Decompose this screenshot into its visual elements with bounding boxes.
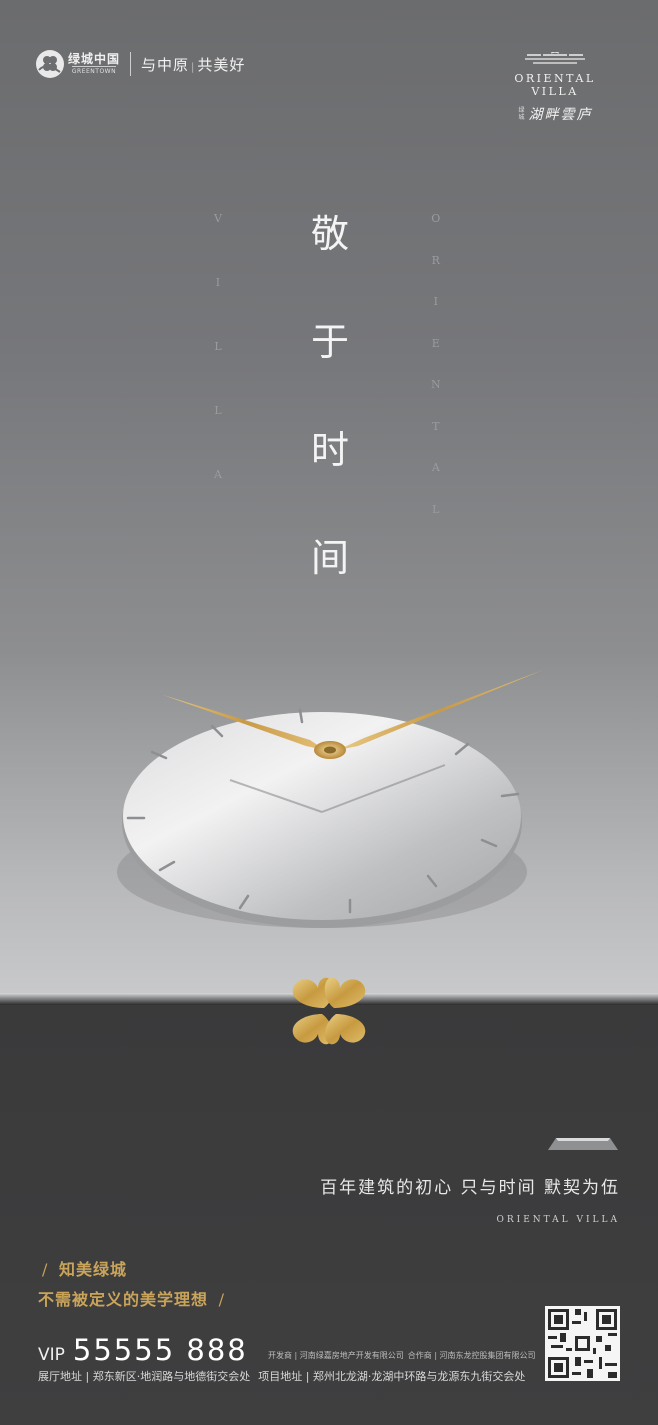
slogan-line1-text: 知美绿城 bbox=[58, 1260, 127, 1279]
letter: A bbox=[214, 468, 222, 481]
slogan-part2: 共美好 bbox=[197, 55, 246, 74]
letter: L bbox=[214, 404, 222, 417]
vip-label: VIP bbox=[38, 1345, 65, 1365]
letter: A bbox=[431, 461, 440, 474]
address-info: 展厅地址 | 郑东新区·地润路与地德街交会处 项目地址 | 郑州北龙湖·龙湖中环… bbox=[38, 1368, 525, 1384]
tagline-cn: 百年建筑的初心 只与时间 默契为伍 bbox=[320, 1178, 620, 1198]
vip-hotline: VIP 55555 888 bbox=[38, 1333, 248, 1367]
tagline-en: ORIENTAL VILLA bbox=[496, 1215, 620, 1225]
letter: V bbox=[214, 212, 222, 225]
brand-logo: 绿城中国 GREENTOWN 与中原 | 共美好 bbox=[36, 50, 245, 78]
gold-slogan-line2: 不需被定义的美学理想 / bbox=[38, 1286, 229, 1310]
letter: R bbox=[431, 253, 440, 267]
vertical-letters-oriental: O R I E N T A L bbox=[431, 212, 441, 544]
project-name-en: ORIENTAL VILLA bbox=[514, 72, 596, 98]
letter: O bbox=[431, 212, 441, 225]
plinth-decoration bbox=[548, 1138, 618, 1150]
brand-name-en: GREENTOWN bbox=[71, 66, 117, 75]
project-logo: ORIENTAL VILLA 绿城 湖畔雲庐 bbox=[490, 52, 620, 124]
slash-mark: / bbox=[42, 1260, 49, 1279]
developer-info: 开发商 | 河南绿嘉房地产开发有限公司 合作商 | 河南东龙控股集团有限公司 bbox=[268, 1350, 540, 1361]
slogan: 与中原 | 共美好 bbox=[141, 54, 245, 75]
brand-name-cn: 绿城中国 bbox=[68, 52, 121, 66]
logo-divider bbox=[130, 52, 132, 76]
letter: E bbox=[431, 336, 440, 350]
clock-illustration bbox=[117, 670, 543, 928]
letter: I bbox=[433, 295, 438, 308]
hero-title: 敬 于 时 间 bbox=[302, 210, 358, 642]
title-char: 于 bbox=[310, 320, 349, 364]
developer-text: 开发商 | 河南绿嘉房地产开发有限公司 bbox=[268, 1351, 404, 1360]
oriental-villa-roof-icon bbox=[525, 52, 585, 64]
vip-number[interactable]: 55555 888 bbox=[73, 1333, 248, 1367]
title-char: 时 bbox=[310, 428, 349, 472]
letter: I bbox=[215, 276, 221, 289]
slogan-part1: 与中原 bbox=[141, 55, 190, 74]
greentown-flower-icon bbox=[36, 50, 64, 78]
slogan-sep: | bbox=[191, 61, 196, 73]
golden-clover-icon bbox=[292, 977, 366, 1045]
vertical-letters-villa: V I L L A bbox=[214, 212, 222, 532]
letter: T bbox=[432, 419, 440, 433]
gold-slogan-line1: / 知美绿城 bbox=[38, 1256, 127, 1280]
project-address: 项目地址 | 郑州北龙湖·龙湖中环路与龙源东九街交会处 bbox=[258, 1370, 526, 1383]
title-char: 敬 bbox=[310, 212, 349, 256]
letter: L bbox=[214, 340, 222, 353]
project-name-cn: 湖畔雲庐 bbox=[528, 107, 593, 123]
letter: L bbox=[432, 502, 440, 516]
letter: N bbox=[431, 378, 441, 391]
partner-text: 合作商 | 河南东龙控股集团有限公司 bbox=[407, 1351, 536, 1360]
title-char: 间 bbox=[310, 536, 349, 580]
showroom-address: 展厅地址 | 郑东新区·地润路与地德街交会处 bbox=[38, 1370, 251, 1383]
qr-code-icon[interactable] bbox=[545, 1306, 620, 1381]
slash-mark: / bbox=[218, 1290, 225, 1309]
slogan-line2-text: 不需被定义的美学理想 bbox=[38, 1290, 209, 1309]
project-brand-small: 绿城 bbox=[518, 107, 525, 121]
